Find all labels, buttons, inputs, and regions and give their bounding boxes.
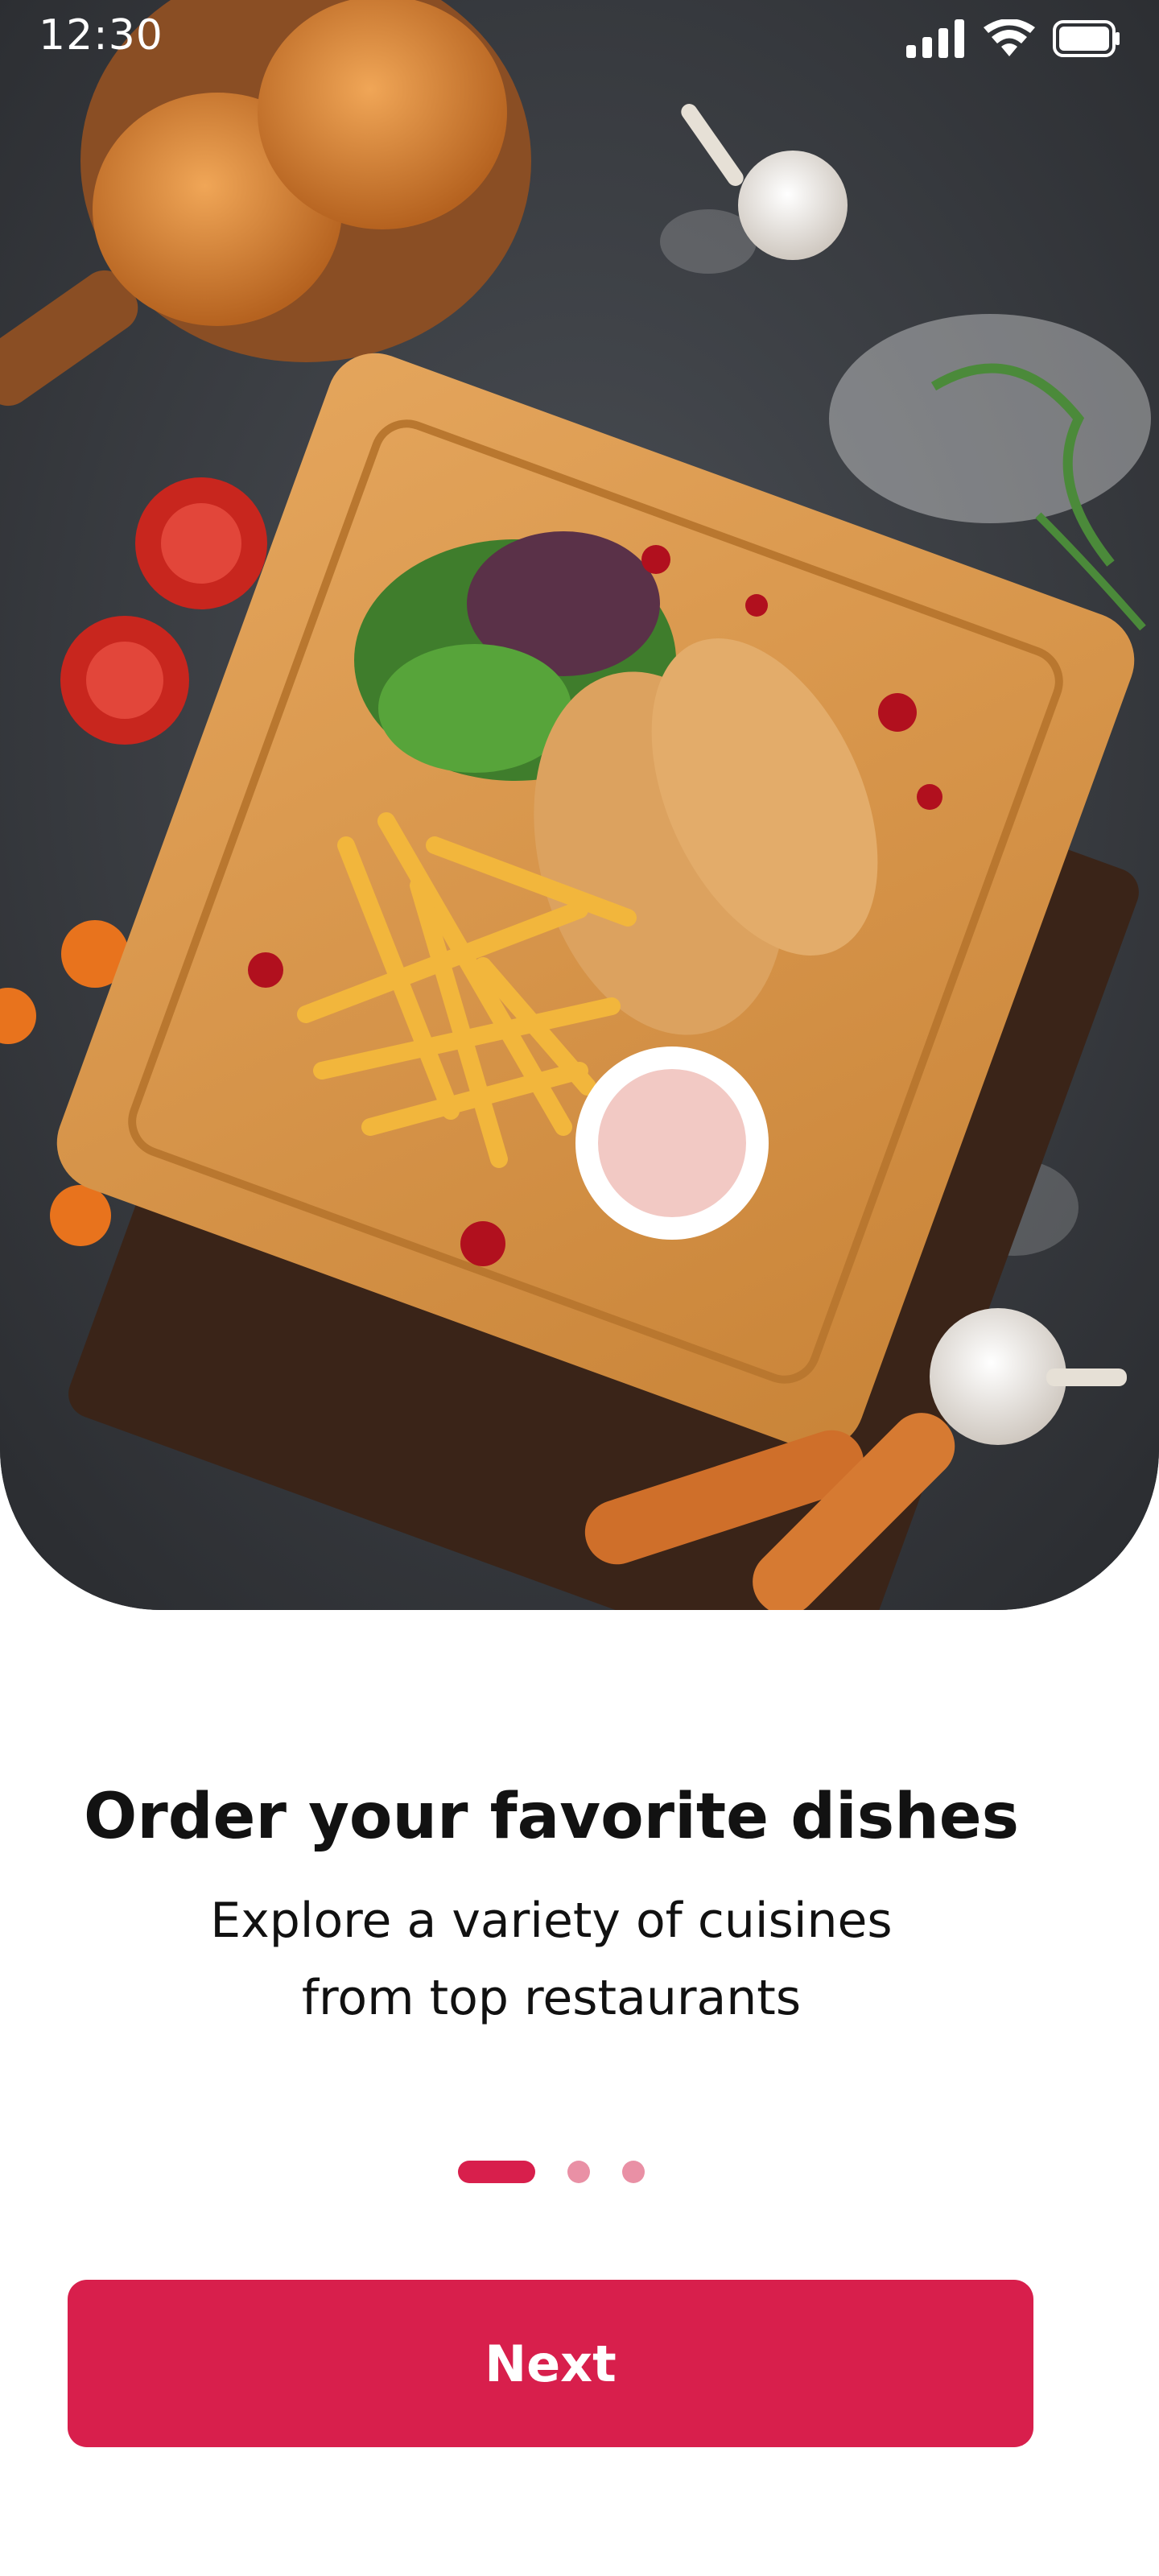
wifi-icon [984, 19, 1035, 61]
page-indicator [0, 2161, 1103, 2183]
status-bar: 12:30 [0, 0, 1159, 80]
food-board-illustration [0, 0, 1159, 1610]
signal-icon [906, 19, 966, 61]
onboarding-title: Order your favorite dishes [83, 1781, 1020, 1854]
onboarding-subtitle: Explore a variety of cuisines from top r… [0, 1882, 1103, 2037]
page-dot-2[interactable] [567, 2161, 590, 2183]
battery-icon [1053, 20, 1120, 60]
subtitle-line-2: from top restaurants [301, 1970, 802, 2026]
hero-image [0, 0, 1159, 1610]
status-time: 12:30 [39, 11, 163, 60]
page-dot-1[interactable] [458, 2161, 535, 2183]
next-button[interactable]: Next [68, 2280, 1033, 2447]
subtitle-line-1: Explore a variety of cuisines [210, 1893, 893, 1949]
page-dot-3[interactable] [622, 2161, 645, 2183]
status-icons [906, 19, 1120, 61]
